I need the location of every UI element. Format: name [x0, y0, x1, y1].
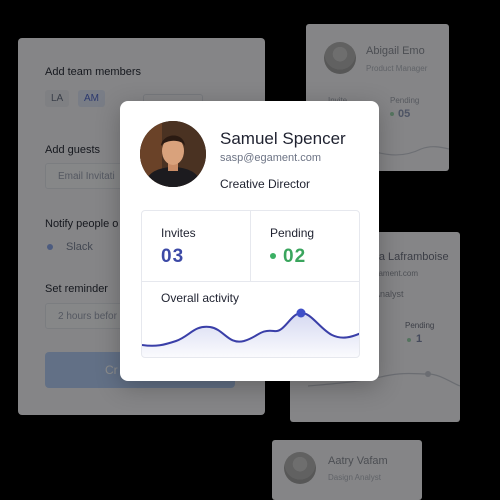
stats-panel: Invites 03 Pending 02 Overall activity: [141, 210, 360, 358]
profile-role: Creative Director: [220, 177, 311, 191]
status-dot: [407, 338, 411, 342]
add-team-members-label: Add team members: [45, 66, 141, 78]
reminder-label: Set reminder: [45, 283, 108, 295]
profile-photo: [140, 121, 206, 187]
pending-value: 05: [398, 108, 411, 120]
avatar: [324, 42, 356, 74]
pending-label: Pending: [270, 226, 315, 240]
profile-email: gament.com: [374, 269, 419, 278]
invites-label: Invites: [161, 226, 196, 240]
profile-name: lia Laframboise: [374, 251, 449, 263]
avatar: [284, 452, 316, 484]
profile-role: Dasign Analyst: [328, 473, 381, 482]
profile-email: sasp@egament.com: [220, 152, 322, 164]
profile-card-aatry[interactable]: Aatry Vafam Dasign Analyst: [272, 440, 422, 500]
invites-value: 03: [161, 246, 185, 267]
slack-radio[interactable]: [47, 244, 53, 250]
pending-value: 1: [416, 333, 423, 345]
notify-label: Notify people o: [45, 218, 119, 230]
pending-value: 02: [283, 246, 307, 267]
activity-point[interactable]: [296, 308, 306, 318]
status-dot: [390, 112, 394, 116]
profile-name: Aatry Vafam: [328, 455, 388, 467]
member-chip-am[interactable]: AM: [78, 90, 105, 107]
slack-option-label: Slack: [66, 241, 93, 253]
member-chip-la[interactable]: LA: [45, 90, 70, 107]
activity-chart: [142, 308, 359, 357]
profile-name: Samuel Spencer: [220, 129, 346, 148]
pending-label: Pending: [405, 321, 435, 330]
pending-label: Pending: [390, 96, 420, 105]
stats-divider: [250, 211, 251, 281]
pending-status-dot: [270, 253, 276, 259]
activity-area: [142, 312, 359, 357]
profile-card-samuel[interactable]: Samuel Spencer sasp@egament.com Creative…: [120, 101, 379, 381]
add-guests-label: Add guests: [45, 144, 101, 156]
stats-divider: [142, 281, 359, 282]
profile-name: Abigail Emo: [366, 45, 425, 57]
profile-role: Product Manager: [366, 64, 428, 73]
